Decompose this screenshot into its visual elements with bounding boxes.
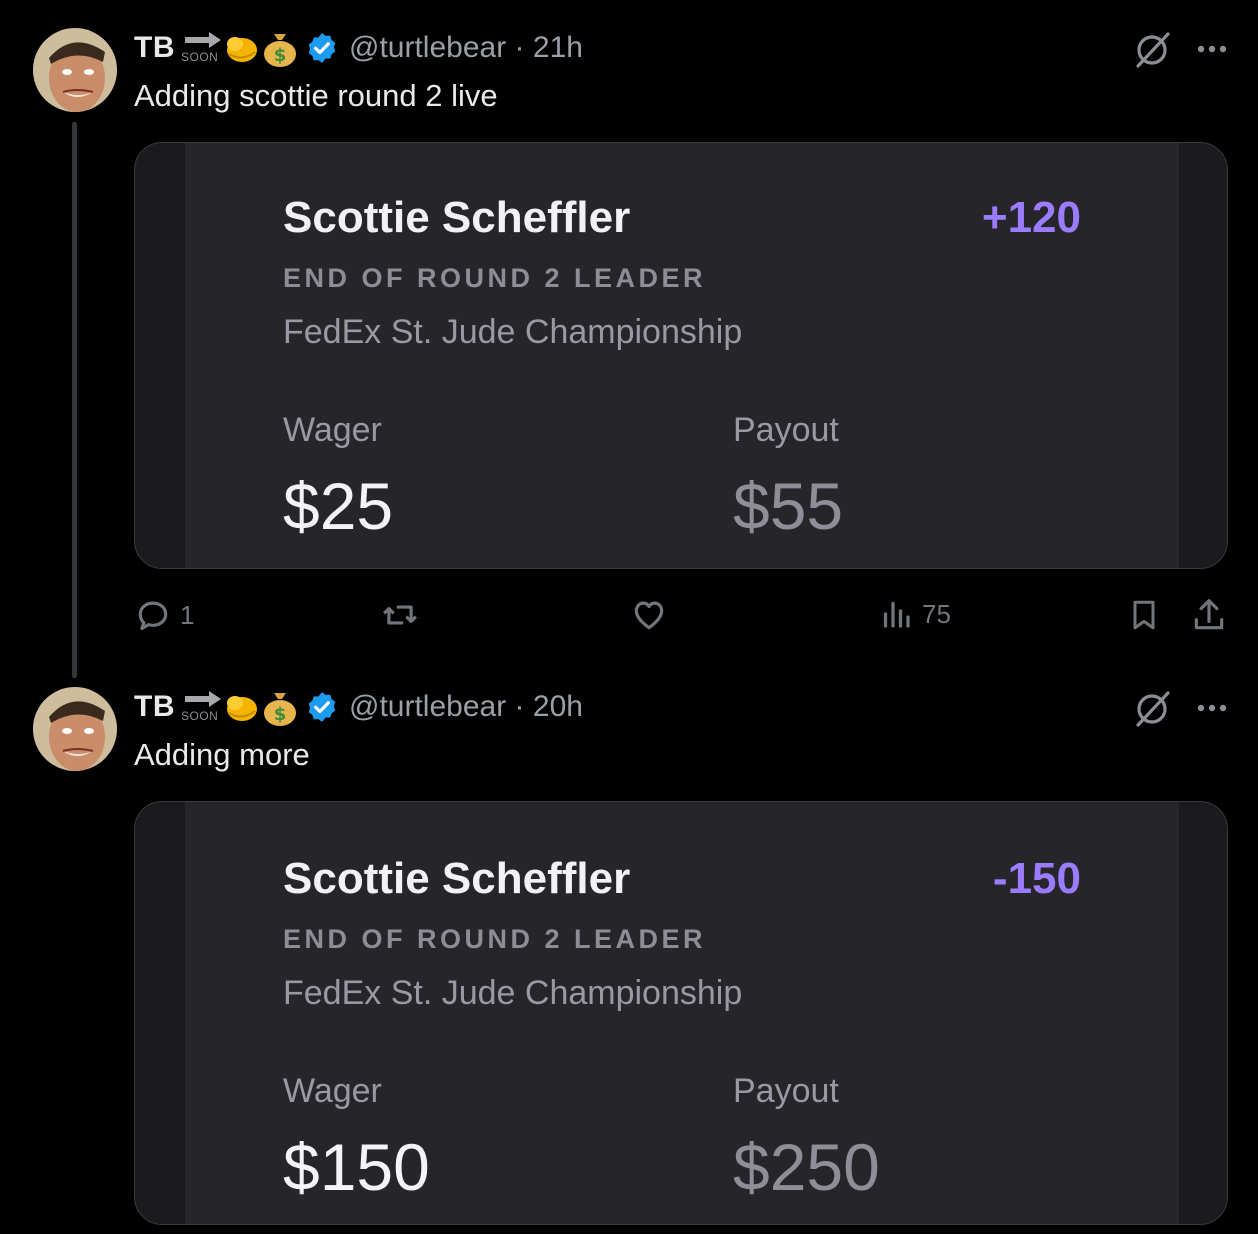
like-button[interactable] [630,596,668,634]
avatar[interactable] [33,28,117,112]
market-label: END OF ROUND 2 LEADER [283,924,707,954]
flexed-arm-emoji [227,696,257,721]
handle[interactable]: @turtlebear · 21h [349,31,583,65]
timestamp: 21h [532,31,583,64]
bet-slip-panel: Scottie Scheffler -150 END OF ROUND 2 LE… [185,802,1179,1224]
bet-slip-card[interactable]: Scottie Scheffler +120 END OF ROUND 2 LE… [134,142,1228,569]
payout-amount: $250 [733,1130,880,1204]
money-bag-emoji: $ [264,693,296,726]
player-name: Scottie Scheffler [283,193,631,242]
thread-connector [72,122,77,678]
retweet-icon [383,605,417,625]
tweet-header: TB SOON $ @turtlebear · 20h [134,687,583,727]
wager-amount: $150 [283,1130,430,1204]
wager-label: Wager [283,1072,382,1110]
verified-badge-icon [308,692,336,722]
display-name[interactable]: TB [134,690,175,724]
views-icon [883,601,910,628]
odds: -150 [992,854,1081,903]
arrow-right-icon [185,691,221,707]
display-name[interactable]: TB [134,31,175,65]
bookmark-button[interactable] [1126,596,1162,634]
svg-text:$: $ [274,45,287,66]
retweet-button[interactable] [380,596,420,634]
action-bar: 1 75 [134,596,1228,640]
reply-icon [138,601,168,631]
soon-badge: SOON [179,687,223,727]
more-icon[interactable] [1196,44,1228,54]
like-icon [634,601,664,630]
bet-slip-card[interactable]: Scottie Scheffler -150 END OF ROUND 2 LE… [134,801,1228,1225]
bet-slip-panel: Scottie Scheffler +120 END OF ROUND 2 LE… [185,143,1179,568]
money-bag-emoji: $ [264,34,296,67]
reply-count: 1 [180,599,195,630]
flexed-arm-emoji [227,37,257,62]
share-button[interactable] [1190,596,1228,634]
player-name: Scottie Scheffler [283,854,631,903]
reply-button[interactable]: 1 [134,596,194,634]
more-icon[interactable] [1196,703,1228,713]
grok-icon[interactable] [1132,30,1172,70]
svg-text:$: $ [274,704,287,725]
grok-icon[interactable] [1132,689,1172,729]
bookmark-icon [1133,600,1155,630]
odds: +120 [981,193,1081,242]
verified-badge-icon [308,33,336,63]
views-button[interactable]: 75 [878,596,951,632]
tweet-header: TB SOON $ @turtlebear · 21h [134,28,583,68]
views-count: 75 [922,598,951,629]
share-icon [1194,599,1224,630]
tweet-text: Adding more [134,737,310,772]
event-name: FedEx St. Jude Championship [283,974,743,1012]
wager-label: Wager [283,411,382,449]
handle[interactable]: @turtlebear · 20h [349,690,583,724]
soon-badge: SOON [179,28,223,68]
avatar[interactable] [33,687,117,771]
payout-label: Payout [733,1072,839,1110]
market-label: END OF ROUND 2 LEADER [283,263,707,293]
arrow-right-icon [185,32,221,48]
timestamp: 20h [532,690,583,723]
event-name: FedEx St. Jude Championship [283,313,743,351]
payout-amount: $55 [733,469,844,543]
payout-label: Payout [733,411,839,449]
tweet-text: Adding scottie round 2 live [134,78,498,113]
wager-amount: $25 [283,469,394,543]
